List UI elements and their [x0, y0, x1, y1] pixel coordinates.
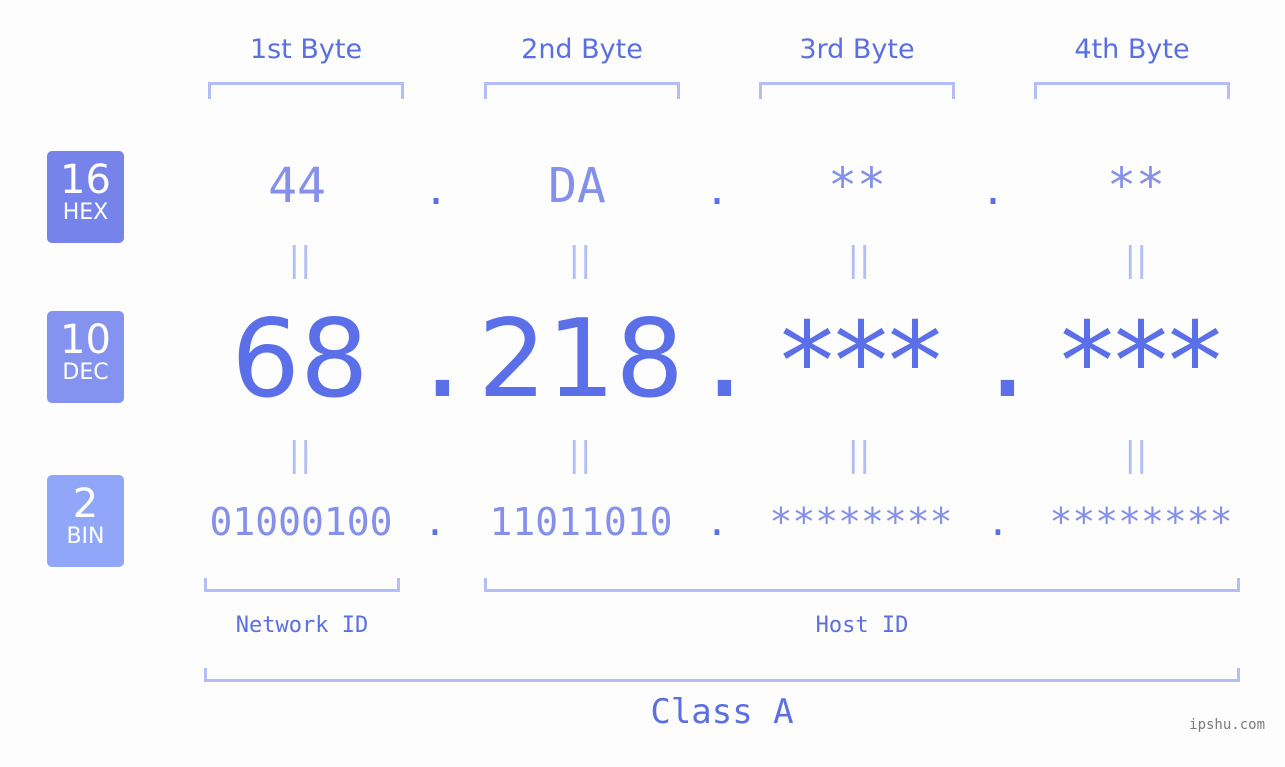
hex-base: 16 [60, 157, 111, 203]
hex-dot-3: . [980, 168, 1006, 214]
hex-dot-1: . [423, 168, 449, 214]
bin-byte-1: 01000100 [209, 500, 393, 544]
hex-byte-2: DA [548, 158, 606, 214]
host-id-bracket [484, 578, 1240, 592]
equals-marker: || [568, 240, 592, 280]
network-id-bracket [204, 578, 400, 592]
dec-dot-1: . [410, 297, 476, 422]
class-label: Class A [650, 692, 794, 732]
dec-base: 10 [60, 317, 111, 363]
bin-badge: 2 BIN [47, 475, 124, 567]
bin-byte-4: ******** [1049, 500, 1233, 544]
equals-marker: || [847, 240, 871, 280]
equals-marker: || [288, 435, 312, 475]
class-bracket [204, 668, 1240, 682]
bin-base: 2 [72, 481, 99, 527]
hex-byte-4: ** [1107, 158, 1165, 214]
dec-label: DEC [62, 360, 109, 385]
dec-byte-2: 218 [477, 297, 685, 422]
equals-marker: || [847, 435, 871, 475]
bin-byte-2: 11011010 [489, 500, 673, 544]
header-byte-3: 3rd Byte [799, 34, 915, 65]
bin-dot-2: . [705, 500, 729, 544]
bin-byte-3: ******** [769, 500, 953, 544]
hex-byte-3: ** [828, 158, 886, 214]
equals-marker: || [288, 240, 312, 280]
equals-marker: || [568, 435, 592, 475]
dec-byte-1: 68 [231, 297, 369, 422]
equals-marker: || [1124, 435, 1148, 475]
header-byte-4: 4th Byte [1074, 34, 1190, 65]
equals-marker: || [1124, 240, 1148, 280]
bin-label: BIN [66, 524, 105, 549]
host-id-label: Host ID [815, 613, 909, 638]
dec-byte-3: *** [780, 300, 942, 425]
hex-byte-1: 44 [268, 158, 326, 214]
header-byte-1: 1st Byte [249, 34, 363, 65]
byte-3-bracket [759, 82, 955, 99]
dec-byte-4: *** [1060, 300, 1222, 425]
bin-dot-3: . [986, 500, 1010, 544]
byte-1-bracket [208, 82, 404, 99]
byte-2-bracket [484, 82, 680, 99]
byte-4-bracket [1034, 82, 1230, 99]
dec-dot-2: . [692, 297, 758, 422]
hex-label: HEX [62, 200, 109, 225]
watermark: ipshu.com [1189, 717, 1265, 733]
network-id-label: Network ID [235, 613, 369, 638]
hex-badge: 16 HEX [47, 151, 124, 243]
dec-dot-3: . [975, 297, 1041, 422]
bin-dot-1: . [423, 500, 447, 544]
hex-dot-2: . [704, 168, 730, 214]
header-byte-2: 2nd Byte [521, 34, 643, 65]
dec-badge: 10 DEC [47, 311, 124, 403]
